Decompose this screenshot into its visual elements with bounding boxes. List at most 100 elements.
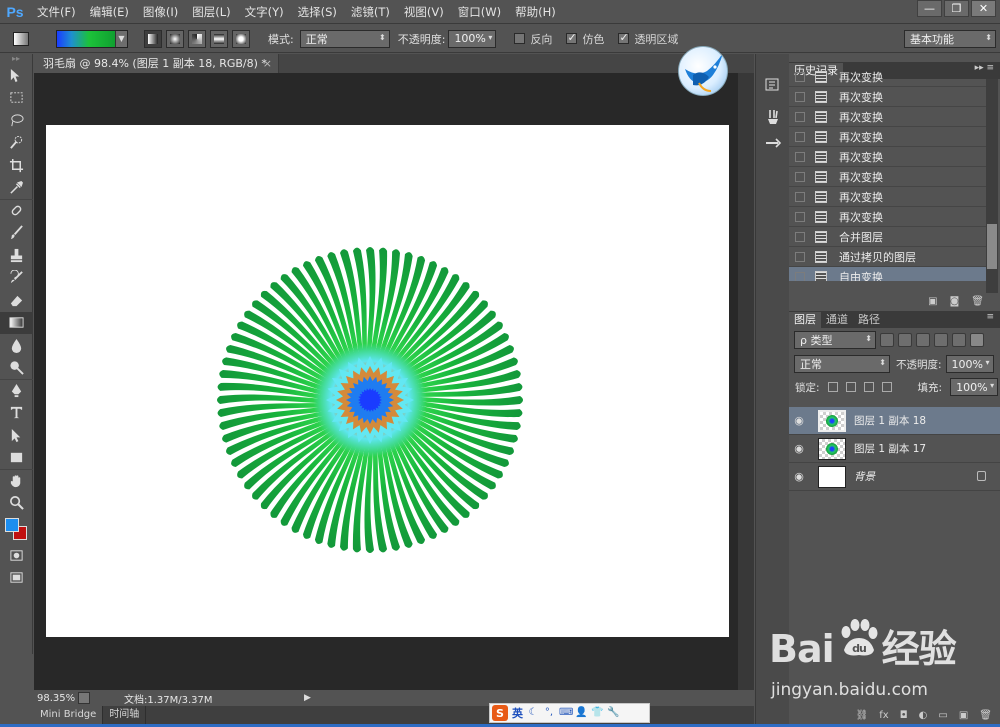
transparency-option[interactable]: 透明区域 [618, 31, 678, 47]
quick-selection-tool-icon[interactable] [0, 132, 33, 155]
history-snapshot-checkbox[interactable] [795, 111, 805, 122]
chevron-down-icon[interactable]: ▼ [115, 30, 127, 47]
menu-window[interactable]: 窗口(W) [451, 0, 508, 24]
menu-view[interactable]: 视图(V) [397, 0, 451, 24]
mode-select[interactable]: 正常 ⬍ [299, 29, 390, 48]
wrench-icon[interactable]: 🔧 [607, 707, 619, 719]
reflected-gradient-button[interactable] [210, 29, 228, 48]
restore-button[interactable]: ❐ [944, 0, 969, 17]
scroll-thumb[interactable] [987, 224, 997, 269]
layer-name[interactable]: 图层 1 副本 17 [854, 441, 926, 456]
layer-row[interactable]: ◉ 图层 1 副本 18 [789, 407, 1000, 435]
status-menu-arrow-icon[interactable]: ▶ [304, 693, 311, 703]
pixel-filter-icon[interactable] [880, 333, 894, 347]
layer-row[interactable]: ◉ 背景 [789, 463, 1000, 491]
linear-gradient-button[interactable] [144, 29, 162, 48]
eye-icon[interactable]: ◉ [789, 442, 809, 455]
tab-mini-bridge[interactable]: Mini Bridge [34, 706, 104, 724]
delete-layer-icon[interactable]: 🗑 [979, 710, 992, 721]
history-brush-tool-icon[interactable] [0, 267, 33, 290]
skin-icon[interactable]: 👕 [591, 707, 603, 719]
history-snapshot-checkbox[interactable] [795, 171, 805, 182]
type-filter-icon[interactable] [916, 333, 930, 347]
blur-tool-icon[interactable] [0, 334, 33, 357]
history-item[interactable]: 再次变换 [789, 107, 986, 127]
layer-style-icon[interactable]: fx [879, 710, 888, 721]
quick-mask-icon[interactable] [0, 544, 33, 567]
history-snapshot-checkbox[interactable] [795, 271, 805, 281]
minimize-button[interactable]: — [917, 0, 942, 17]
brush-panel-icon[interactable] [756, 104, 790, 130]
workspace-switcher[interactable]: 基本功能 ⬍ [904, 30, 996, 48]
healing-brush-tool-icon[interactable] [0, 199, 33, 222]
new-document-from-state-icon[interactable]: ▣ [928, 296, 937, 307]
filter-toggle-icon[interactable] [970, 333, 984, 347]
marquee-tool-icon[interactable] [0, 87, 33, 110]
eye-icon[interactable]: ◉ [789, 470, 809, 483]
link-layers-icon[interactable]: ⛓ [856, 710, 869, 721]
menu-help[interactable]: 帮助(H) [508, 0, 563, 24]
new-layer-icon[interactable]: ▣ [959, 710, 968, 721]
pen-tool-icon[interactable] [0, 379, 33, 402]
status-info-icon[interactable] [78, 692, 90, 704]
history-item[interactable]: 再次变换 [789, 67, 986, 87]
gradient-preview[interactable] [57, 30, 115, 47]
history-snapshot-checkbox[interactable] [795, 211, 805, 222]
ime-language[interactable]: 英 [512, 705, 523, 721]
hand-tool-icon[interactable] [0, 469, 33, 492]
path-selection-tool-icon[interactable] [0, 424, 33, 447]
tool-preset-picker[interactable] [4, 29, 38, 49]
blend-mode-select[interactable]: 正常 ⬍ [794, 355, 890, 373]
user-icon[interactable]: 👤 [575, 707, 587, 719]
new-group-icon[interactable]: ▭ [938, 710, 947, 721]
menu-file[interactable]: 文件(F) [30, 0, 83, 24]
angle-gradient-button[interactable] [188, 29, 206, 48]
dither-option[interactable]: 仿色 [566, 31, 604, 47]
eye-icon[interactable]: ◉ [789, 414, 809, 427]
close-button[interactable]: ✕ [971, 0, 996, 17]
brush-tool-icon[interactable] [0, 222, 33, 245]
screen-mode-icon[interactable] [0, 567, 33, 590]
history-item[interactable]: 再次变换 [789, 147, 986, 167]
tab-channels[interactable]: 通道 [821, 312, 853, 328]
close-tab-icon[interactable]: × [263, 54, 272, 73]
history-item[interactable]: 再次变换 [789, 207, 986, 227]
panel-grip[interactable]: ▸▸ [0, 54, 32, 64]
eraser-tool-icon[interactable] [0, 289, 33, 312]
document-tab[interactable]: 羽毛扇 @ 98.4% (图层 1 副本 18, RGB/8) * × [34, 54, 279, 73]
history-snapshot-checkbox[interactable] [795, 191, 805, 202]
history-snapshot-checkbox[interactable] [795, 91, 805, 102]
eyedropper-tool-icon[interactable] [0, 177, 33, 200]
layer-row[interactable]: ◉ 图层 1 副本 17 [789, 435, 1000, 463]
gradient-picker[interactable]: ▼ [56, 29, 128, 48]
layer-opacity-input[interactable]: 100% ▾ [945, 355, 994, 373]
lasso-tool-icon[interactable] [0, 109, 33, 132]
history-snapshot-checkbox[interactable] [795, 151, 805, 162]
type-tool-icon[interactable] [0, 402, 33, 425]
layer-filter-select[interactable]: ρ 类型 ⬍ [794, 331, 876, 349]
history-snapshot-checkbox[interactable] [795, 231, 805, 242]
keyboard-icon[interactable]: ⌨ [559, 707, 573, 719]
history-item[interactable]: 再次变换 [789, 167, 986, 187]
history-snapshot-checkbox[interactable] [795, 251, 805, 262]
history-item[interactable]: 再次变换 [789, 187, 986, 207]
adjustment-filter-icon[interactable] [898, 333, 912, 347]
sogou-logo[interactable]: S [492, 705, 508, 721]
dodge-tool-icon[interactable] [0, 357, 33, 380]
punctuation-icon[interactable]: °, [543, 707, 555, 719]
rectangle-tool-icon[interactable] [0, 447, 33, 470]
add-mask-icon[interactable]: ◘ [900, 710, 908, 721]
reverse-checkbox[interactable] [514, 33, 526, 44]
lock-all-icon[interactable] [881, 382, 892, 392]
history-item[interactable]: 再次变换 [789, 127, 986, 147]
history-snapshot-checkbox[interactable] [795, 131, 805, 142]
menu-filter[interactable]: 滤镜(T) [344, 0, 397, 24]
move-tool-icon[interactable] [0, 64, 33, 87]
layer-name[interactable]: 背景 [854, 469, 875, 484]
shape-filter-icon[interactable] [934, 333, 948, 347]
document-canvas[interactable] [46, 125, 729, 637]
history-item[interactable]: 再次变换 [789, 87, 986, 107]
canvas-scrollbar[interactable] [738, 73, 754, 690]
diamond-gradient-button[interactable] [232, 29, 250, 48]
crop-tool-icon[interactable] [0, 154, 33, 177]
